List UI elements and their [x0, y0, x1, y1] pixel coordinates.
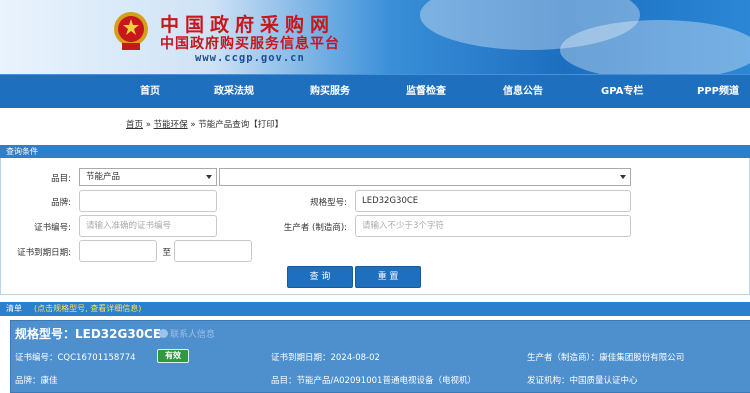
breadcrumb-home[interactable]: 首页 [126, 120, 143, 130]
maker-input[interactable]: 请输入不少于3个字符 [355, 215, 631, 237]
results-section-header: 清单 (点击规格型号, 查看详细信息) [0, 302, 750, 316]
breadcrumb-separator: » [187, 120, 199, 130]
subcategory-select[interactable] [219, 168, 631, 186]
nav-item-ppp[interactable]: PPP频道 [697, 75, 739, 109]
query-section-header: 查询条件 [0, 145, 750, 158]
nav-item-purchase-services[interactable]: 购买服务 [310, 75, 350, 109]
breadcrumb-current: 节能产品查询 [198, 120, 250, 130]
query-form: 品目: 节能产品 品牌: 规格型号: LED32G30CE 证书编号: 请输入准… [0, 158, 750, 295]
nav-item-announcements[interactable]: 信息公告 [503, 75, 543, 109]
nav-item-home[interactable]: 首页 [140, 75, 160, 109]
chevron-down-icon [206, 175, 212, 179]
result-issuer: 发证机构：中国质量认证中心 [527, 376, 638, 386]
cert-number-input[interactable]: 请输入准确的证书编号 [79, 215, 217, 237]
result-maker: 生产者（制造商）：康佳集团股份有限公司 [527, 353, 685, 363]
brand-label: 品牌: [51, 198, 71, 208]
expiry-date-label: 证书到期日期: [17, 248, 71, 258]
to-label: 至 [162, 248, 171, 258]
contact-info-label: 联系人信息 [170, 330, 216, 340]
nav-item-gpa[interactable]: GPA专栏 [601, 75, 643, 109]
site-subtitle: 中国政府购买服务信息平台 [160, 36, 340, 52]
category-select[interactable]: 节能产品 [79, 168, 217, 186]
banner-cloud [560, 20, 750, 74]
contact-info-link[interactable]: 联系人信息 [159, 327, 215, 340]
national-emblem-icon [114, 12, 148, 50]
print-link[interactable]: 【打印】 [249, 120, 283, 130]
status-badge: 有效 [157, 349, 189, 363]
category-label: 品目: [51, 174, 71, 184]
results-hint: (点击规格型号, 查看详细信息) [34, 304, 142, 313]
breadcrumb-separator: » [143, 120, 154, 130]
site-banner: 中国政府采购网 中国政府购买服务信息平台 www.ccgp.gov.cn [0, 0, 750, 74]
reset-button[interactable]: 重 置 [355, 266, 421, 288]
nav-item-regulations[interactable]: 政采法规 [214, 75, 254, 109]
search-button[interactable]: 查 询 [287, 266, 353, 288]
model-label: 规格型号: [310, 198, 347, 208]
cert-number-label: 证书编号: [34, 223, 71, 233]
result-model-link[interactable]: 规格型号：LED32G30CE [15, 325, 161, 342]
expiry-start-input[interactable] [79, 240, 157, 262]
info-icon [159, 329, 168, 338]
model-input[interactable]: LED32G30CE [355, 190, 631, 212]
chevron-down-icon [620, 175, 626, 179]
category-select-value: 节能产品 [86, 172, 121, 182]
result-category: 品目：节能产品/A02091001普通电视设备（电视机） [271, 376, 476, 386]
results-section-title: 清单 [6, 304, 22, 313]
expiry-end-input[interactable] [174, 240, 252, 262]
maker-label: 生产者 (制造商): [283, 223, 347, 233]
site-url[interactable]: www.ccgp.gov.cn [195, 52, 305, 64]
result-card: 规格型号：LED32G30CE 联系人信息 证书编号：CQC1670115877… [10, 320, 750, 393]
nav-item-supervision[interactable]: 监督检查 [406, 75, 446, 109]
brand-input[interactable] [79, 190, 217, 212]
breadcrumb: 首页 » 节能环保 » 节能产品查询【打印】 [126, 118, 283, 130]
result-cert-number: 证书编号：CQC16701158774 [15, 353, 136, 363]
result-expiry: 证书到期日期：2024-08-02 [271, 353, 380, 363]
main-nav: 首页 政采法规 购买服务 监督检查 信息公告 GPA专栏 PPP频道 [0, 74, 750, 108]
breadcrumb-section[interactable]: 节能环保 [154, 120, 188, 130]
query-section-title: 查询条件 [6, 147, 38, 156]
result-brand: 品牌：康佳 [15, 376, 58, 386]
